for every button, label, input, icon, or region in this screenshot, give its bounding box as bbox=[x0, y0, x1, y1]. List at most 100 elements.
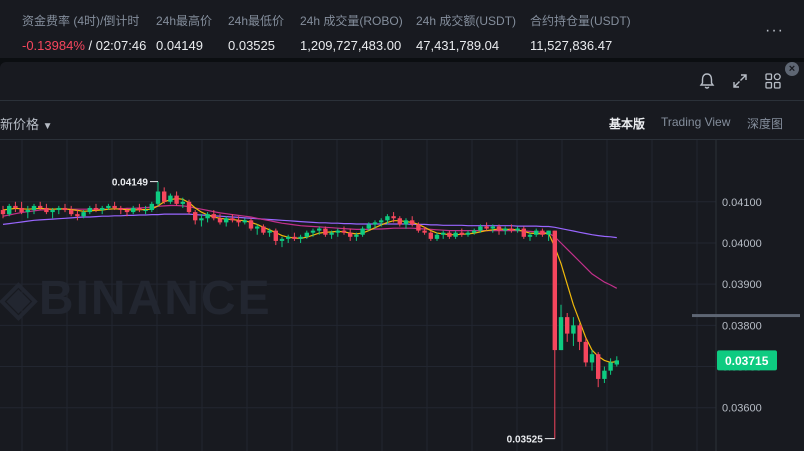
candle-body bbox=[50, 210, 55, 213]
candle-body bbox=[7, 205, 12, 215]
candle-body bbox=[447, 232, 452, 237]
candle-body bbox=[608, 362, 613, 371]
tab-trading-view[interactable]: Trading View bbox=[661, 115, 730, 129]
candle-body bbox=[0, 210, 6, 215]
candle-body bbox=[155, 191, 161, 204]
funding-countdown: / 02:07:46 bbox=[84, 38, 147, 53]
candle-body bbox=[267, 230, 272, 233]
candle-body bbox=[348, 232, 353, 237]
high-24h-value: 0.04149 bbox=[156, 38, 203, 53]
candle-body bbox=[583, 341, 588, 363]
candle-body bbox=[434, 234, 440, 239]
candle-body bbox=[602, 370, 607, 379]
candle-body bbox=[186, 201, 192, 213]
candle-body bbox=[341, 230, 347, 233]
volume-24h-value: 1,209,727,483.00 bbox=[300, 38, 402, 53]
candle-body bbox=[503, 228, 508, 231]
candle-body bbox=[558, 317, 564, 351]
candle-body bbox=[527, 234, 533, 237]
low-price-label: 0.03525 bbox=[507, 435, 544, 446]
funding-rate-value: -0.13984% / 02:07:46 bbox=[22, 38, 146, 53]
candle-body bbox=[422, 230, 427, 233]
turnover-24h-stat: 24h 成交额(USDT) 47,431,789.04 bbox=[416, 12, 516, 53]
candle-body bbox=[205, 214, 210, 219]
y-tick-label: 0.03900 bbox=[722, 279, 762, 291]
candle-body bbox=[44, 207, 49, 213]
candle-body bbox=[193, 212, 198, 221]
candle-body bbox=[217, 218, 223, 223]
candle-body bbox=[118, 207, 123, 211]
candle-body bbox=[199, 218, 204, 221]
candle-body bbox=[224, 218, 229, 223]
caret-down-icon: ▼ bbox=[42, 121, 53, 132]
current-price-label: 0.03715 bbox=[725, 354, 769, 368]
candle-body bbox=[596, 354, 601, 379]
tab-basic[interactable]: 基本版 bbox=[609, 115, 645, 132]
candle-body bbox=[112, 205, 117, 208]
y-tick-label: 0.04000 bbox=[722, 238, 762, 250]
candle-body bbox=[255, 226, 260, 229]
candle-body bbox=[273, 230, 278, 241]
low-24h-label: 24h最低价 bbox=[228, 14, 285, 28]
bell-icon[interactable] bbox=[698, 72, 716, 90]
candle-body bbox=[490, 226, 495, 229]
close-icon[interactable]: × bbox=[785, 62, 799, 76]
price-type-label: 新价格 bbox=[0, 117, 40, 132]
price-type-dropdown[interactable]: 新价格 ▼ bbox=[0, 114, 53, 133]
candle-body bbox=[391, 216, 396, 219]
candle-body bbox=[416, 224, 421, 231]
volume-24h-stat: 24h 成交量(ROBO) 1,209,727,483.00 bbox=[300, 12, 403, 53]
candle-body bbox=[242, 220, 247, 223]
candle-body bbox=[465, 232, 471, 235]
candle-body bbox=[162, 191, 167, 202]
candle-body bbox=[441, 232, 446, 235]
candle-body bbox=[589, 354, 595, 363]
candle-body bbox=[81, 212, 86, 217]
candle-body bbox=[137, 207, 142, 211]
volume-24h-label: 24h 成交量(ROBO) bbox=[300, 14, 403, 28]
candlestick-chart[interactable]: 0.041000.040000.039000.038000.037000.036… bbox=[0, 140, 804, 451]
ticker-stats-bar: 资金费率 (4时)/倒计时 -0.13984% / 02:07:46 24h最高… bbox=[0, 0, 804, 58]
candle-body bbox=[292, 236, 297, 239]
candle-body bbox=[577, 325, 582, 342]
candle-body bbox=[149, 203, 154, 211]
low-24h-stat: 24h最低价 0.03525 bbox=[228, 12, 284, 53]
candle-body bbox=[93, 207, 99, 211]
layout-grid-icon[interactable] bbox=[764, 72, 782, 90]
crosshair-handle[interactable] bbox=[692, 314, 800, 318]
candle-body bbox=[410, 220, 415, 225]
candle-body bbox=[496, 226, 502, 231]
candle-body bbox=[521, 228, 526, 237]
funding-rate-stat[interactable]: 资金费率 (4时)/倒计时 -0.13984% / 02:07:46 bbox=[22, 12, 146, 53]
candle-body bbox=[230, 218, 235, 221]
more-menu-button[interactable]: ··· bbox=[765, 22, 784, 40]
candle-body bbox=[236, 220, 241, 223]
high-price-label: 0.04149 bbox=[112, 178, 149, 189]
candle-body bbox=[298, 236, 303, 239]
candle-body bbox=[87, 207, 92, 213]
candle-body bbox=[329, 232, 334, 235]
funding-rate-percent: -0.13984% bbox=[22, 38, 85, 53]
candle-body bbox=[124, 210, 130, 213]
candle-body bbox=[261, 226, 266, 233]
candle-body bbox=[397, 218, 402, 225]
candle-body bbox=[534, 230, 539, 235]
candle-body bbox=[279, 238, 285, 241]
candle-body bbox=[459, 232, 464, 235]
candle-body bbox=[379, 220, 384, 223]
ma-mid-line bbox=[2, 204, 618, 289]
open-interest-value: 11,527,836.47 bbox=[530, 38, 613, 53]
candle-body bbox=[310, 230, 316, 233]
candle-body bbox=[354, 234, 359, 237]
open-interest-stat[interactable]: 合约持仓量(USDT) 11,527,836.47 bbox=[530, 12, 631, 53]
candle-body bbox=[143, 210, 148, 212]
candle-body bbox=[31, 205, 37, 211]
candle-body bbox=[472, 230, 477, 233]
fullscreen-icon[interactable] bbox=[731, 72, 749, 90]
candle-body bbox=[546, 230, 551, 235]
tab-depth[interactable]: 深度图 bbox=[747, 115, 783, 132]
candle-body bbox=[323, 228, 328, 235]
candle-body bbox=[25, 210, 30, 213]
candle-body bbox=[540, 230, 545, 235]
y-tick-label: 0.04100 bbox=[722, 197, 762, 209]
